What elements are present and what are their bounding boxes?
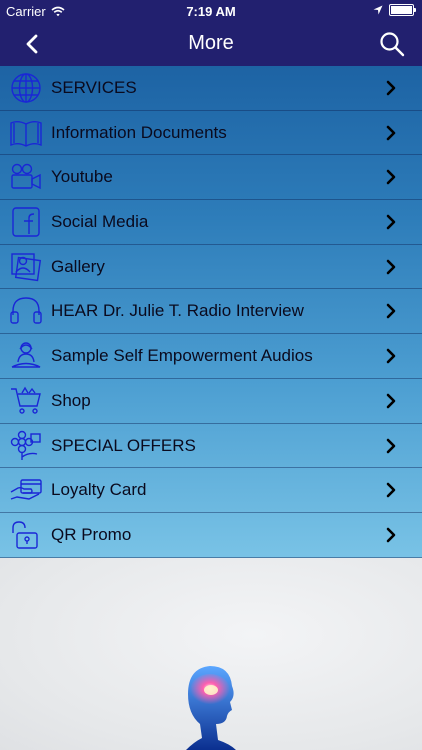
status-time: 7:19 AM [186, 4, 236, 19]
status-bar: Carrier 7:19 AM [0, 0, 422, 22]
chevron-right-icon [386, 348, 396, 364]
unlock-icon [12, 521, 38, 549]
flower-gift-icon [10, 430, 41, 460]
chevron-right-icon [386, 304, 396, 319]
chevron-right-icon [386, 438, 396, 453]
battery-icon [389, 4, 416, 16]
menu-item-label: Shop [51, 390, 91, 410]
menu-item-services[interactable]: SERVICES [0, 66, 422, 111]
menu-item-label: Sample Self Empowerment Audios [51, 346, 313, 366]
status-right [373, 4, 416, 16]
globe-icon [11, 73, 41, 103]
menu-item-loyalty-card[interactable]: Loyalty Card [0, 468, 422, 513]
meditation-icon [11, 342, 41, 368]
battery-fill [391, 6, 412, 14]
chevron-right-icon [386, 482, 396, 498]
menu-item-label: Information Documents [51, 122, 227, 142]
menu-item-label: SPECIAL OFFERS [51, 435, 196, 455]
chevron-right-icon [386, 125, 396, 140]
location-arrow-icon [373, 5, 383, 15]
menu-item-self-empowerment-audios[interactable]: Sample Self Empowerment Audios [0, 334, 422, 379]
chevron-right-icon [386, 80, 396, 96]
menu-item-special-offers[interactable]: SPECIAL OFFERS [0, 424, 422, 469]
chevron-right-icon [386, 214, 396, 230]
menu-item-label: HEAR Dr. Julie T. Radio Interview [51, 301, 304, 321]
menu-item-radio-interview[interactable]: HEAR Dr. Julie T. Radio Interview [0, 289, 422, 335]
gallery-icon [11, 253, 42, 281]
menu-item-social-media[interactable]: Social Media [0, 200, 422, 245]
nav-bar: More [0, 22, 422, 66]
page-title: More [188, 32, 234, 54]
book-icon [10, 120, 42, 147]
menu-item-label: Loyalty Card [51, 480, 147, 500]
menu-item-label: Youtube [51, 167, 113, 187]
background-area [0, 558, 422, 750]
menu-item-label: QR Promo [51, 524, 132, 544]
chevron-right-icon [386, 259, 396, 275]
cart-icon [11, 386, 41, 414]
headphones-icon [10, 297, 42, 325]
menu-item-qr-promo[interactable]: QR Promo [0, 513, 422, 558]
search-icon[interactable] [378, 30, 406, 58]
menu-item-gallery[interactable]: Gallery [0, 245, 422, 290]
brain-head-logo [186, 666, 236, 750]
menu-list: SERVICES Information Documents Youtube S… [0, 66, 422, 558]
menu-item-information-documents[interactable]: Information Documents [0, 111, 422, 156]
chevron-right-icon [386, 527, 396, 543]
chevron-right-icon [386, 393, 396, 409]
video-camera-icon [11, 164, 41, 190]
chevron-right-icon [386, 170, 396, 185]
menu-item-youtube[interactable]: Youtube [0, 155, 422, 201]
facebook-icon [12, 207, 40, 237]
menu-item-shop[interactable]: Shop [0, 379, 422, 424]
menu-item-label: SERVICES [51, 78, 137, 97]
menu-item-label: Social Media [51, 212, 149, 232]
menu-item-label: Gallery [51, 256, 105, 276]
card-hand-icon [10, 479, 42, 500]
